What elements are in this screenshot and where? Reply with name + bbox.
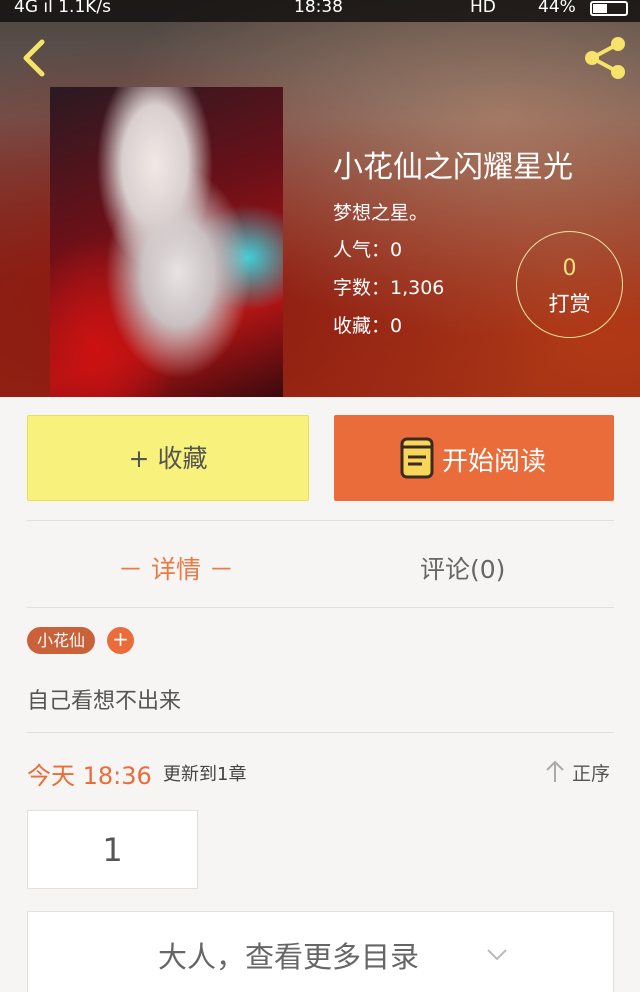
battery-percent: 44% xyxy=(538,0,576,17)
divider xyxy=(27,520,614,521)
add-favorite-button[interactable]: + 收藏 xyxy=(27,415,309,501)
share-button[interactable] xyxy=(580,36,630,80)
arrow-up-icon xyxy=(546,760,564,782)
more-chapters-button[interactable]: 大人，查看更多目录 xyxy=(27,911,614,992)
clock: 18:38 xyxy=(294,0,343,17)
book-author[interactable]: 梦想之星。 xyxy=(333,198,428,225)
book-header: 4G ıl 1.1K/s 18:38 HD 44% 小花仙之闪耀星光 梦想之星。… xyxy=(0,0,640,397)
chevron-left-icon xyxy=(23,39,45,77)
battery-icon xyxy=(590,1,628,16)
start-reading-label: 开始阅读 xyxy=(442,447,547,477)
update-status: 更新到1章 xyxy=(163,764,247,785)
book-description: 自己看想不出来 xyxy=(27,689,182,714)
update-time: 今天 18:36 xyxy=(27,762,152,790)
divider xyxy=(27,732,614,733)
popularity-stat: 人气：0 xyxy=(333,239,403,261)
add-tag-button[interactable]: + xyxy=(107,627,134,654)
chevron-down-icon xyxy=(487,949,507,961)
book-cover-image[interactable] xyxy=(50,87,283,397)
share-icon xyxy=(585,37,625,79)
favorites-stat: 收藏：0 xyxy=(333,315,403,337)
more-chapters-label: 大人，查看更多目录 xyxy=(158,940,420,974)
start-reading-button[interactable]: 开始阅读 xyxy=(334,415,614,501)
reward-count: 0 xyxy=(562,256,577,281)
network-status: 4G ıl 1.1K/s xyxy=(14,0,112,17)
back-button[interactable] xyxy=(16,36,52,80)
status-bar: 4G ıl 1.1K/s 18:38 HD 44% xyxy=(0,0,640,22)
reward-label: 打赏 xyxy=(548,292,591,316)
divider xyxy=(27,607,614,608)
book-icon xyxy=(400,437,434,479)
book-title: 小花仙之闪耀星光 xyxy=(333,150,573,185)
tab-detail[interactable]: － 详情 － xyxy=(118,550,234,586)
hd-indicator: HD xyxy=(470,0,496,17)
tag-chip[interactable]: 小花仙 xyxy=(27,627,96,654)
sort-label: 正序 xyxy=(572,763,611,785)
reward-button[interactable]: 0 打赏 xyxy=(516,231,623,338)
tab-comments[interactable]: 评论(0) xyxy=(420,550,505,586)
word-count-stat: 字数：1,306 xyxy=(333,277,445,299)
chapter-item[interactable]: 1 xyxy=(27,810,198,889)
